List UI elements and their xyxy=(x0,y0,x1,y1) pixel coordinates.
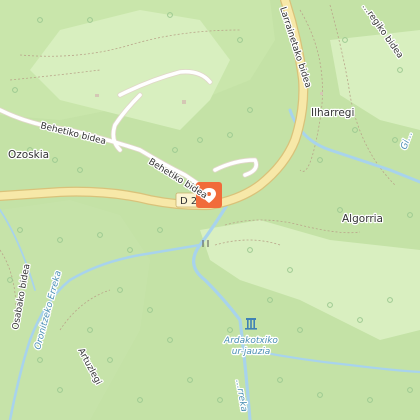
place-label-ilharregi: Ilharregi xyxy=(311,107,354,119)
map-canvas[interactable]: D 2 Ozoskia Ilharregi Algorria Behetiko … xyxy=(0,0,420,420)
map-view[interactable]: D 2 Ozoskia Ilharregi Algorria Behetiko … xyxy=(0,0,420,420)
place-label-algorria: Algorria xyxy=(342,213,383,225)
building xyxy=(95,94,99,97)
place-label-ozoskia: Ozoskia xyxy=(8,149,49,161)
building xyxy=(182,100,186,104)
poi-label-line2: ur-jauzia xyxy=(232,347,271,357)
road-shield-label: D 2 xyxy=(180,196,197,207)
building xyxy=(320,92,323,95)
poi-label-line1: Ardakotxiko xyxy=(223,336,278,346)
